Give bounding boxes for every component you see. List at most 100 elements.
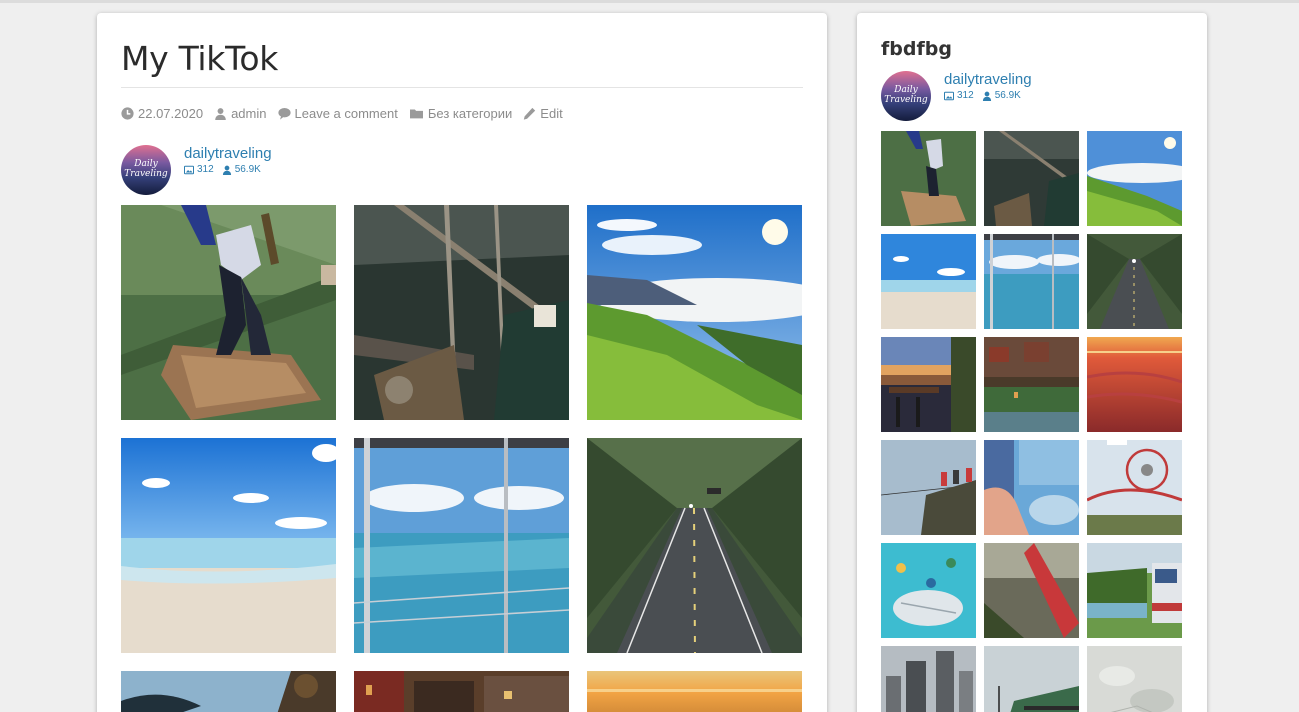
video-thumbnail[interactable] — [881, 440, 976, 535]
video-thumbnail[interactable] — [984, 646, 1079, 712]
post-meta: 22.07.2020 admin Leave a comment Без кат… — [121, 106, 574, 121]
title-divider — [121, 87, 803, 88]
red-sea-sunset-image — [1087, 337, 1182, 432]
sidebar-widget: fbdfbg Daily Traveling dailytraveling 31… — [857, 13, 1207, 712]
category-link[interactable]: Без категории — [428, 106, 512, 121]
ocean-view-balcony-image — [984, 234, 1079, 329]
sidebar-profile-header: Daily Traveling dailytraveling 312 56.9K — [881, 71, 1032, 121]
video-thumbnail[interactable] — [881, 234, 976, 329]
posts-count-stat: 312 — [944, 90, 974, 101]
post-comments: Leave a comment — [277, 106, 398, 121]
posts-count: 312 — [957, 90, 974, 101]
folder-icon — [409, 109, 423, 119]
leave-comment-link[interactable]: Leave a comment — [295, 106, 398, 121]
orange-horizon-sunset-image — [587, 671, 802, 712]
riverside-campervan-image — [1087, 543, 1182, 638]
video-thumbnail[interactable] — [984, 440, 1079, 535]
post-title: My TikTok — [121, 39, 279, 78]
video-thumbnail[interactable] — [1087, 646, 1182, 712]
tree-lined-road-image — [1087, 234, 1182, 329]
video-thumbnail[interactable] — [984, 234, 1079, 329]
video-thumbnail[interactable] — [121, 671, 336, 712]
followers-stat: 56.9K — [982, 90, 1021, 101]
feed-profile-header: Daily Traveling dailytraveling 312 56.9K — [121, 145, 272, 195]
profile-username[interactable]: dailytraveling — [944, 71, 1032, 89]
video-thumbnail[interactable] — [121, 438, 336, 653]
blue-sky-beach-image — [881, 234, 976, 329]
followers-count: 56.9K — [994, 90, 1021, 101]
user-icon — [982, 91, 991, 101]
post-author: admin — [214, 106, 267, 121]
followers-count: 56.9K — [234, 164, 261, 175]
video-thumbnail[interactable] — [121, 205, 336, 420]
video-thumbnail[interactable] — [1087, 234, 1182, 329]
avatar-logo-text: Daily Traveling — [124, 159, 168, 179]
user-icon — [222, 165, 231, 175]
avatar[interactable]: Daily Traveling — [881, 71, 931, 121]
author-link[interactable]: admin — [231, 106, 266, 121]
video-thumbnail[interactable] — [881, 337, 976, 432]
video-thumbnail[interactable] — [984, 543, 1079, 638]
post-date: 22.07.2020 — [121, 106, 203, 121]
top-border — [0, 0, 1299, 3]
followers-stat: 56.9K — [222, 164, 261, 175]
video-thumbnail[interactable] — [1087, 131, 1182, 226]
blue-sky-beach-image — [121, 438, 336, 653]
video-thumbnail[interactable] — [587, 438, 802, 653]
profile-info: dailytraveling 312 56.9K — [184, 145, 272, 175]
image-icon — [184, 165, 194, 174]
cliff-plank-walk-image — [881, 131, 976, 226]
profile-stats: 312 56.9K — [184, 164, 272, 175]
pencil-icon — [524, 107, 536, 120]
ferris-wheel-rollercoaster-image — [1087, 440, 1182, 535]
mountain-sea-of-clouds-image — [1087, 131, 1182, 226]
post-date-text: 22.07.2020 — [138, 106, 204, 121]
profile-stats: 312 56.9K — [944, 90, 1032, 101]
posts-count-stat: 312 — [184, 164, 214, 175]
video-thumbnail[interactable] — [587, 205, 802, 420]
post-category: Без категории — [409, 106, 512, 121]
ship-rigging-image — [984, 131, 1079, 226]
video-thumbnail[interactable] — [1087, 543, 1182, 638]
mountain-sea-of-clouds-image — [587, 205, 802, 420]
edit-link[interactable]: Edit — [540, 106, 562, 121]
tree-lined-road-image — [587, 438, 802, 653]
village-canal-image — [984, 337, 1079, 432]
cliff-zipline-image — [881, 440, 976, 535]
comment-icon — [277, 107, 291, 120]
avatar[interactable]: Daily Traveling — [121, 145, 171, 195]
video-thumbnail[interactable] — [354, 205, 569, 420]
video-thumbnail[interactable] — [587, 671, 802, 712]
post-edit: Edit — [523, 106, 563, 121]
sunset-silhouette-image — [121, 671, 336, 712]
profile-info: dailytraveling 312 56.9K — [944, 71, 1032, 101]
video-thumbnail[interactable] — [984, 131, 1079, 226]
red-rollercoaster-image — [984, 543, 1079, 638]
widget-title: fbdfbg — [881, 38, 952, 60]
video-thumbnail[interactable] — [881, 646, 976, 712]
ocean-view-balcony-image — [354, 438, 569, 653]
city-skyscrapers-image — [881, 646, 976, 712]
video-thumbnail[interactable] — [1087, 337, 1182, 432]
old-town-street-image — [354, 671, 569, 712]
posts-count: 312 — [197, 164, 214, 175]
ship-rigging-image — [354, 205, 569, 420]
cliff-plank-walk-image — [121, 205, 336, 420]
clock-icon — [121, 107, 134, 120]
user-icon — [215, 108, 226, 120]
video-thumbnail[interactable] — [881, 131, 976, 226]
misty-waterfall-hand-image — [984, 440, 1079, 535]
video-thumbnail[interactable] — [1087, 440, 1182, 535]
video-thumbnail[interactable] — [354, 438, 569, 653]
image-icon — [944, 91, 954, 100]
video-thumbnail[interactable] — [984, 337, 1079, 432]
profile-username[interactable]: dailytraveling — [184, 145, 272, 163]
rooftop-terrace-night-image — [881, 337, 976, 432]
sky-observation-deck-image — [881, 543, 976, 638]
post-card: My TikTok 22.07.2020 admin Leave a comme… — [97, 13, 827, 712]
foggy-glass-walkway-image — [984, 646, 1079, 712]
video-thumbnail[interactable] — [881, 543, 976, 638]
frozen-ice-surface-image — [1087, 646, 1182, 712]
avatar-logo-text: Daily Traveling — [884, 85, 928, 105]
video-thumbnail[interactable] — [354, 671, 569, 712]
